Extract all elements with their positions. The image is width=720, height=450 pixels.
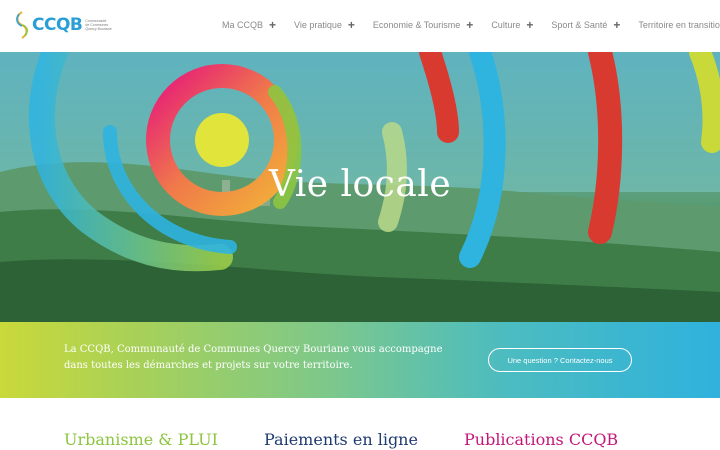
section-title-publications[interactable]: Publications CCQB bbox=[464, 430, 618, 449]
hero-title: Vie locale bbox=[268, 164, 452, 205]
plus-icon[interactable]: + bbox=[613, 19, 620, 31]
nav-item-label: Vie pratique bbox=[294, 20, 342, 30]
nav-item-label: Sport & Santé bbox=[551, 20, 608, 30]
logo-text: CCQB bbox=[32, 15, 83, 35]
nav-item-ma-ccqb[interactable]: Ma CCQB + bbox=[222, 19, 276, 31]
nav-item-economie-tourisme[interactable]: Economie & Tourisme + bbox=[373, 19, 473, 31]
nav-item-label: Culture bbox=[491, 20, 521, 30]
logo-subtitle-line: Quercy Bouriane bbox=[85, 27, 112, 31]
nav-item-vie-pratique[interactable]: Vie pratique + bbox=[294, 19, 355, 31]
plus-icon[interactable]: + bbox=[526, 19, 533, 31]
nav-item-label: Ma CCQB bbox=[222, 20, 264, 30]
nav-item-label: Economie & Tourisme bbox=[372, 20, 461, 30]
nav-item-sport-sante[interactable]: Sport & Santé + bbox=[551, 19, 620, 31]
site-logo[interactable]: CCQB Communauté de Communes Quercy Bouri… bbox=[14, 10, 121, 40]
nav-item-label: Territoire en transition bbox=[638, 20, 720, 30]
logo-subtitle: Communauté de Communes Quercy Bouriane bbox=[85, 19, 121, 31]
plus-icon[interactable]: + bbox=[269, 19, 276, 31]
main-nav: Ma CCQB + Vie pratique + Economie & Tour… bbox=[222, 19, 720, 31]
section-title-urbanisme[interactable]: Urbanisme & PLUI bbox=[64, 430, 218, 449]
intro-text: La CCQB, Communauté de Communes Quercy B… bbox=[64, 344, 443, 371]
plus-icon[interactable]: + bbox=[466, 19, 473, 31]
contact-button[interactable]: Une question ? Contactez-nous bbox=[488, 348, 632, 372]
logo-swirl-icon bbox=[16, 11, 28, 39]
section-title-paiements[interactable]: Paiements en ligne bbox=[264, 430, 418, 449]
nav-item-culture[interactable]: Culture + bbox=[491, 19, 533, 31]
site-header: CCQB Communauté de Communes Quercy Bouri… bbox=[0, 0, 720, 52]
hero-banner: Vie locale bbox=[0, 52, 720, 322]
plus-icon[interactable]: + bbox=[348, 19, 355, 31]
nav-item-territoire-transition[interactable]: Territoire en transition + bbox=[638, 19, 720, 31]
